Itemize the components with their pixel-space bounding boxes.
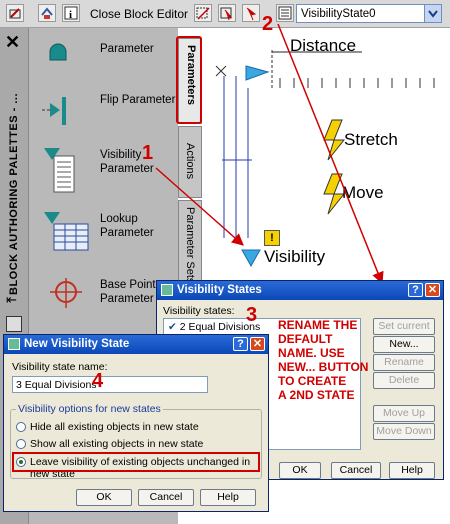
ok-button[interactable]: OK: [279, 462, 321, 479]
dialog-icon: [161, 284, 173, 296]
ok-button[interactable]: OK: [76, 489, 132, 506]
new-visibility-state-dialog: New Visibility State ? ✕ Visibility stat…: [3, 334, 269, 512]
group-label: Visibility options for new states: [16, 403, 163, 415]
option-hide-radio[interactable]: [16, 422, 26, 432]
rename-button[interactable]: Rename: [373, 354, 435, 371]
option-show-label[interactable]: Show all existing objects in new state: [30, 438, 203, 450]
cancel-button[interactable]: Cancel: [331, 462, 381, 479]
move-down-button[interactable]: Move Down: [373, 423, 435, 440]
dialog-titlebar: New Visibility State ? ✕: [4, 335, 268, 354]
callout-number-1: 1: [142, 142, 154, 164]
callout-number-4: 4: [92, 370, 104, 392]
state-name-input[interactable]: 3 Equal Divisions: [12, 376, 208, 393]
close-icon[interactable]: ✕: [425, 283, 440, 297]
instruction-note: RENAME THE DEFAULT NAME. USE NEW... BUTT…: [278, 318, 369, 402]
help-button[interactable]: Help: [200, 489, 256, 506]
dialog-icon: [8, 338, 20, 350]
help-icon[interactable]: ?: [233, 337, 248, 351]
set-current-button[interactable]: Set current: [373, 318, 435, 335]
option-hide-label[interactable]: Hide all existing objects in new state: [30, 421, 199, 433]
delete-button[interactable]: Delete: [373, 372, 435, 389]
callout-number-3: 3: [246, 304, 258, 326]
close-icon[interactable]: ✕: [250, 337, 265, 351]
help-icon[interactable]: ?: [408, 283, 423, 297]
selected-option-highlight: [12, 452, 260, 472]
dialog-titlebar: Visibility States ? ✕: [157, 281, 443, 300]
move-up-button[interactable]: Move Up: [373, 405, 435, 422]
callout-number-2: 2: [262, 13, 274, 35]
option-show-radio[interactable]: [16, 439, 26, 449]
cancel-button[interactable]: Cancel: [138, 489, 194, 506]
help-button[interactable]: Help: [389, 462, 435, 479]
new-state-button[interactable]: New...: [373, 336, 435, 353]
states-list-label: Visibility states:: [163, 305, 235, 317]
